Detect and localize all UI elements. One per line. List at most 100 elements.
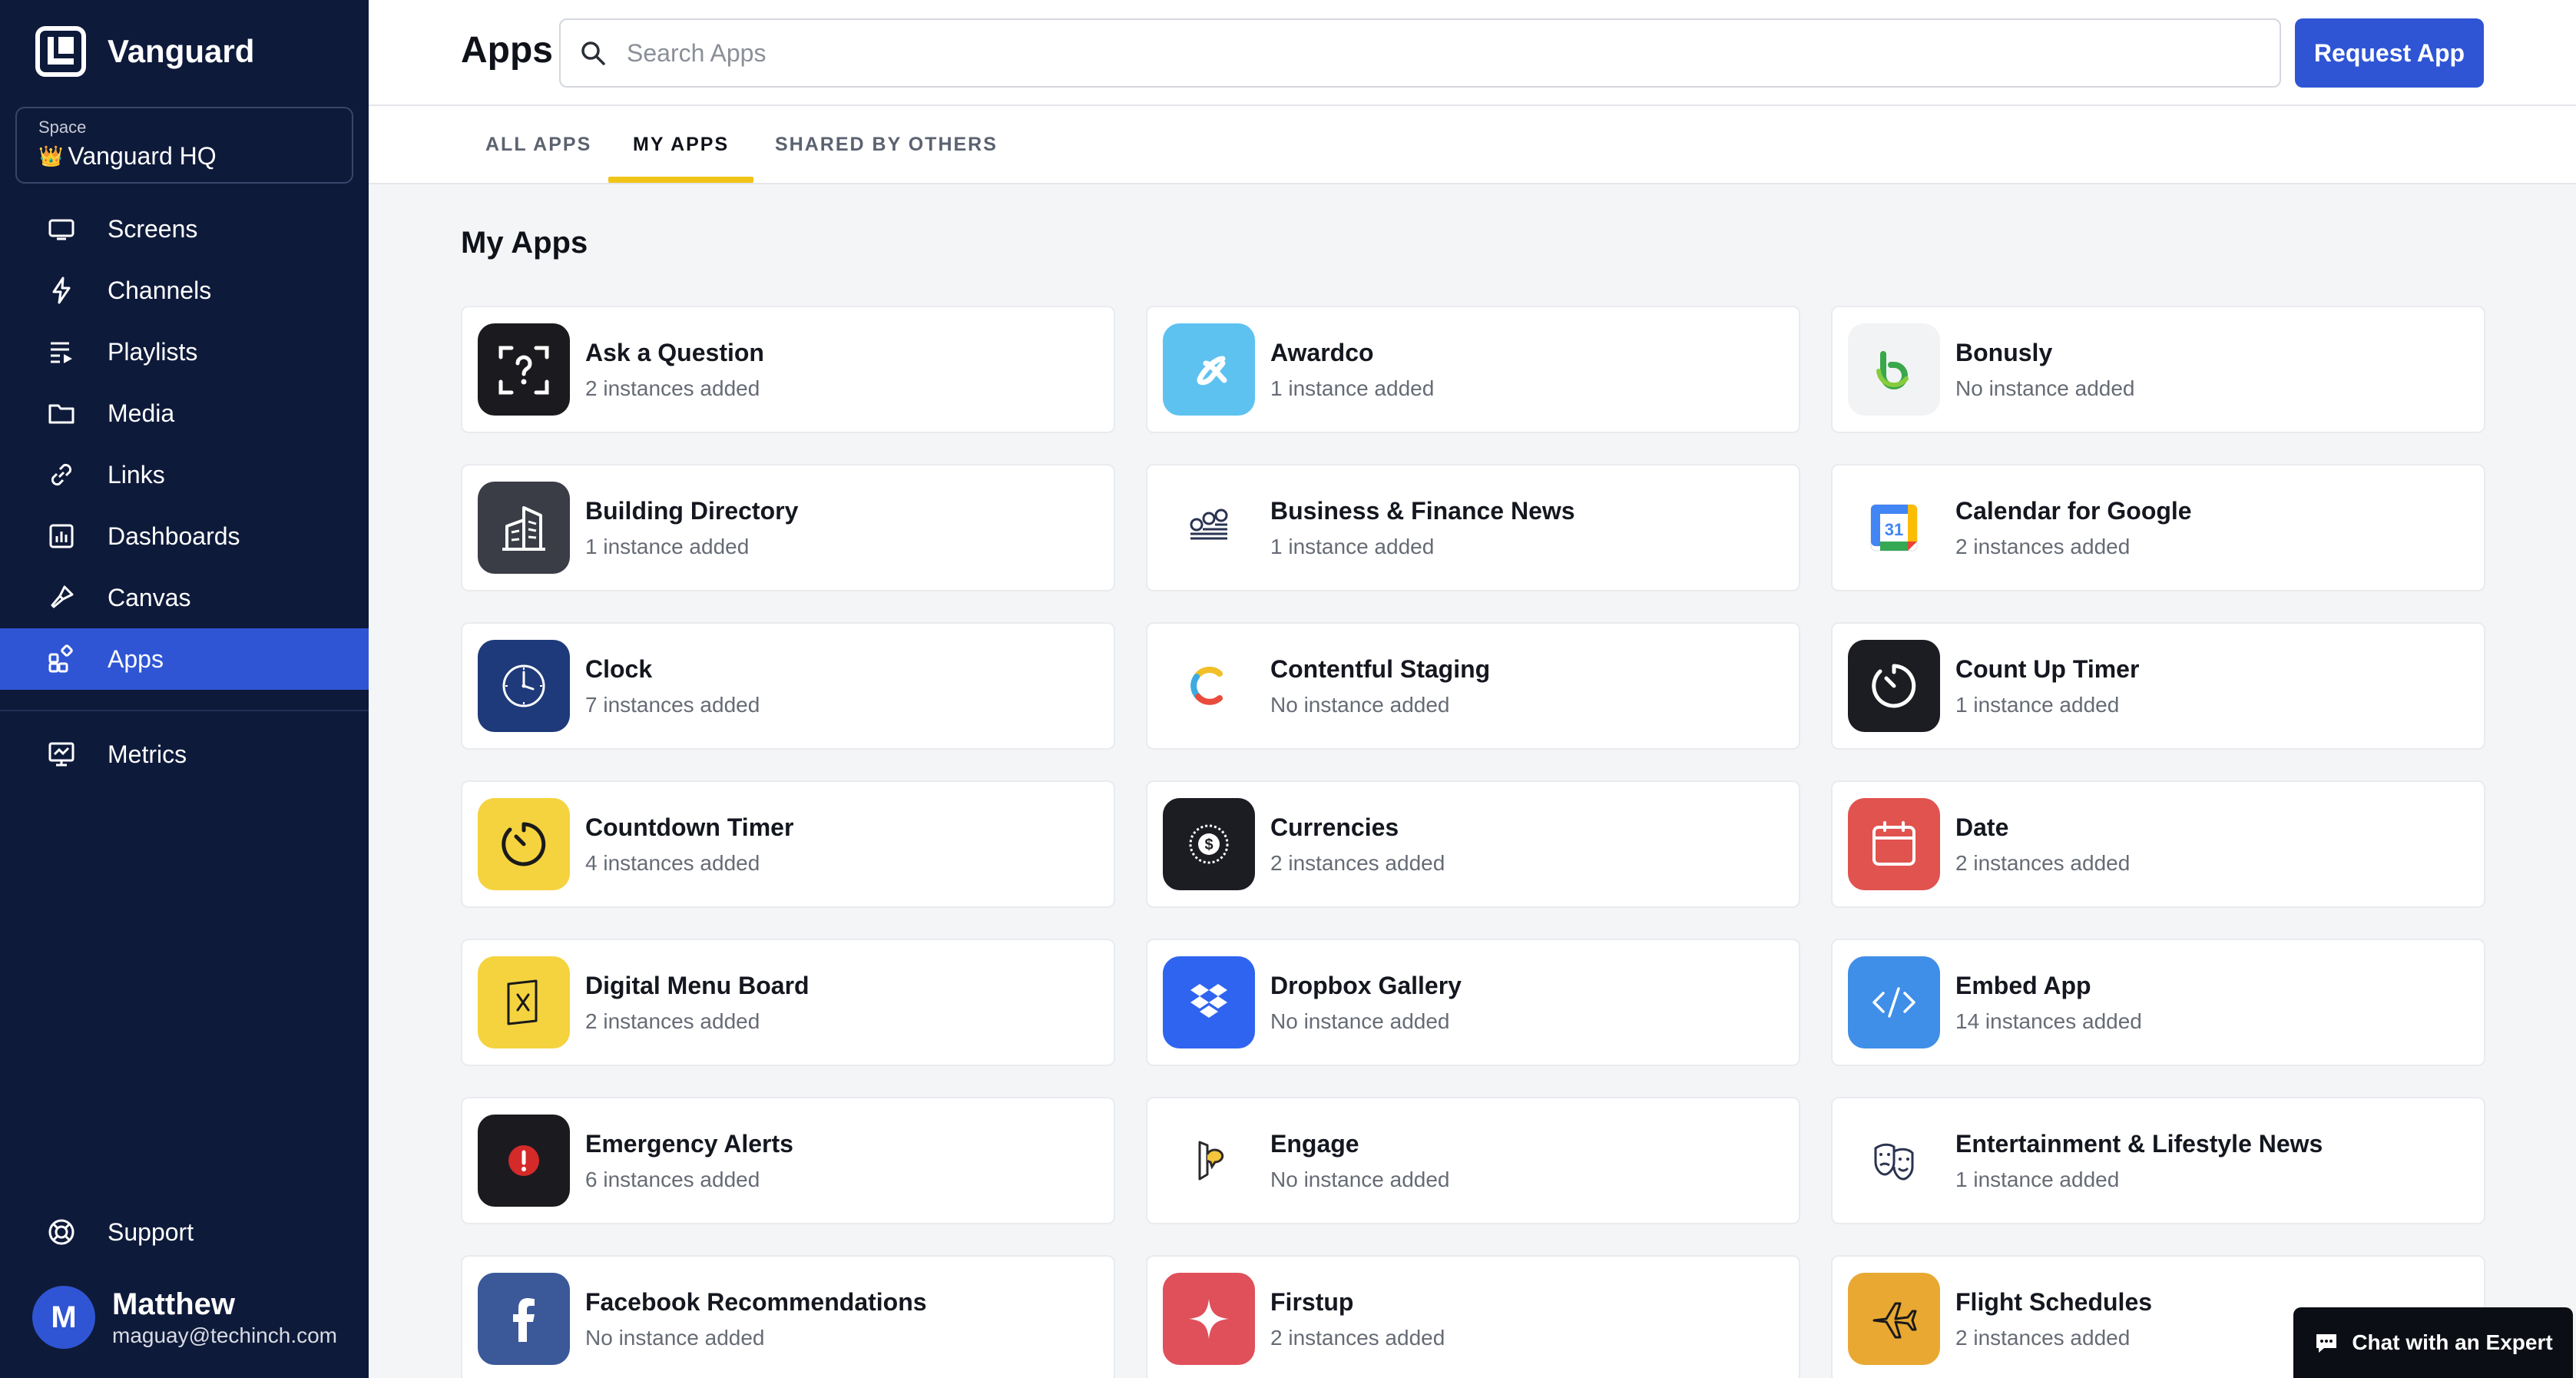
app-card-dropbox-gallery[interactable]: Dropbox Gallery No instance added [1146, 939, 1800, 1066]
app-card-text: Currencies 2 instances added [1270, 813, 1445, 876]
airplane-icon [1848, 1273, 1940, 1365]
user-info: Matthew maguay@techinch.com [112, 1287, 337, 1348]
app-card-engage[interactable]: Engage No instance added [1146, 1097, 1800, 1224]
metrics-icon [48, 742, 74, 767]
sidebar-item-label: Apps [108, 644, 164, 673]
sidebar-item-label: Screens [108, 214, 198, 243]
app-instance-count: 2 instances added [585, 1009, 760, 1033]
app-instance-count: 6 instances added [585, 1167, 760, 1191]
tab-all-apps[interactable]: ALL APPS [485, 106, 591, 183]
app-instance-count: 2 instances added [585, 376, 760, 400]
app-card-text: Awardco 1 instance added [1270, 339, 1434, 401]
app-name: Count Up Timer [1955, 654, 2140, 683]
sidebar-item-label: Playlists [108, 337, 198, 366]
countdown-icon [478, 798, 570, 890]
space-name-row: 👑 Vanguard HQ [38, 142, 330, 171]
sidebar-item-links[interactable]: Links [0, 444, 369, 505]
app-card-emergency-alerts[interactable]: Emergency Alerts 6 instances added [461, 1097, 1115, 1224]
sidebar-item-dashboards[interactable]: Dashboards [0, 505, 369, 567]
search-box[interactable] [559, 18, 2281, 88]
app-instance-count: 1 instance added [585, 534, 750, 558]
app-name: Contentful Staging [1270, 654, 1491, 683]
app-instance-count: 2 instances added [1955, 1325, 2131, 1350]
search-input[interactable] [627, 38, 2240, 68]
app-card-text: Ask a Question 2 instances added [585, 339, 764, 401]
tab-bar: ALL APPS MY APPS SHARED BY OTHERS [369, 106, 2576, 184]
theater-masks-icon [1848, 1115, 1940, 1207]
app-card-date[interactable]: Date 2 instances added [1831, 780, 2485, 908]
app-card-entertainment-lifestyle-news[interactable]: Entertainment & Lifestyle News 1 instanc… [1831, 1097, 2485, 1224]
sidebar-item-support[interactable]: Support [0, 1201, 369, 1263]
app-card-embed-app[interactable]: Embed App 14 instances added [1831, 939, 2485, 1066]
dashboard-icon [49, 524, 74, 548]
app-card-business-finance-news[interactable]: Business & Finance News 1 instance added [1146, 464, 1800, 591]
app-card-facebook-recommendations[interactable]: Facebook Recommendations No instance add… [461, 1255, 1115, 1378]
apps-grid: Ask a Question 2 instances added Awardco… [461, 306, 2485, 1378]
app-card-text: Contentful Staging No instance added [1270, 655, 1490, 717]
app-card-countdown-timer[interactable]: Countdown Timer 4 instances added [461, 780, 1115, 908]
section-title: My Apps [461, 226, 588, 260]
sidebar-item-label: Channels [108, 276, 212, 304]
sidebar-item-canvas[interactable]: Canvas [0, 567, 369, 628]
app-card-calendar-for-google[interactable]: 31 Calendar for Google 2 instances added [1831, 464, 2485, 591]
chat-with-expert-button[interactable]: Chat with an Expert [2293, 1307, 2573, 1378]
sidebar-item-metrics[interactable]: Metrics [0, 724, 369, 785]
sidebar-item-playlists[interactable]: Playlists [0, 321, 369, 383]
app-card-awardco[interactable]: Awardco 1 instance added [1146, 306, 1800, 433]
support-label: Support [108, 1217, 194, 1246]
app-instance-count: 2 instances added [1270, 850, 1445, 875]
user-profile[interactable]: M Matthew maguay@techinch.com [32, 1286, 337, 1349]
sidebar-item-media[interactable]: Media [0, 383, 369, 444]
chat-bubble-icon [2316, 1334, 2337, 1353]
sidebar: Vanguard Space 👑 Vanguard HQ Screens Cha… [0, 0, 369, 1378]
app-instance-count: 4 instances added [585, 850, 760, 875]
space-label: Space [38, 118, 87, 137]
app-card-ask-a-question[interactable]: Ask a Question 2 instances added [461, 306, 1115, 433]
app-card-currencies[interactable]: $ Currencies 2 instances added [1146, 780, 1800, 908]
brush-icon [51, 585, 74, 608]
clock-icon [478, 640, 570, 732]
building-icon [478, 482, 570, 574]
question-scan-icon [478, 323, 570, 416]
app-card-contentful-staging[interactable]: Contentful Staging No instance added [1146, 622, 1800, 750]
app-card-clock[interactable]: Clock 7 instances added [461, 622, 1115, 750]
user-email: maguay@techinch.com [112, 1323, 338, 1347]
app-instance-count: 2 instances added [1955, 850, 2131, 875]
user-name: Matthew [112, 1287, 235, 1321]
sidebar-item-screens[interactable]: Screens [0, 198, 369, 260]
brand[interactable]: Vanguard [35, 26, 254, 77]
engage-icon [1163, 1115, 1255, 1207]
request-app-button[interactable]: Request App [2295, 18, 2484, 88]
app-instance-count: 2 instances added [1955, 534, 2131, 558]
sidebar-item-channels[interactable]: Channels [0, 260, 369, 321]
menu-board-icon [478, 956, 570, 1048]
app-name: Digital Menu Board [585, 971, 810, 999]
google-calendar-icon: 31 [1848, 482, 1940, 574]
app-card-text: Facebook Recommendations No instance add… [585, 1288, 927, 1350]
sidebar-nav: Screens Channels Playlists Media Links D… [0, 198, 369, 785]
app-card-digital-menu-board[interactable]: Digital Menu Board 2 instances added [461, 939, 1115, 1066]
bonusly-logo-icon [1848, 323, 1940, 416]
screen-icon [48, 219, 74, 240]
app-name: Bonusly [1955, 338, 2053, 366]
app-card-bonusly[interactable]: Bonusly No instance added [1831, 306, 2485, 433]
space-selector[interactable]: Space 👑 Vanguard HQ [15, 107, 353, 184]
chat-button-label: Chat with an Expert [2352, 1330, 2553, 1354]
sidebar-item-apps[interactable]: Apps [0, 628, 369, 690]
app-name: Entertainment & Lifestyle News [1955, 1129, 2323, 1158]
app-name: Countdown Timer [585, 813, 794, 841]
tab-shared-by-others[interactable]: SHARED BY OTHERS [775, 106, 998, 183]
app-instance-count: No instance added [1270, 1009, 1450, 1033]
app-card-building-directory[interactable]: Building Directory 1 instance added [461, 464, 1115, 591]
svg-text:$: $ [1204, 836, 1213, 853]
app-card-count-up-timer[interactable]: Count Up Timer 1 instance added [1831, 622, 2485, 750]
awardco-logo-icon [1163, 323, 1255, 416]
app-card-firstup[interactable]: Firstup 2 instances added [1146, 1255, 1800, 1378]
app-name: Embed App [1955, 971, 2091, 999]
app-card-text: Bonusly No instance added [1955, 339, 2135, 401]
crown-icon: 👑 [38, 144, 64, 167]
app-card-text: Dropbox Gallery No instance added [1270, 972, 1462, 1034]
tab-my-apps[interactable]: MY APPS [608, 106, 754, 183]
app-card-text: Embed App 14 instances added [1955, 972, 2142, 1034]
svg-text:31: 31 [1885, 520, 1903, 539]
